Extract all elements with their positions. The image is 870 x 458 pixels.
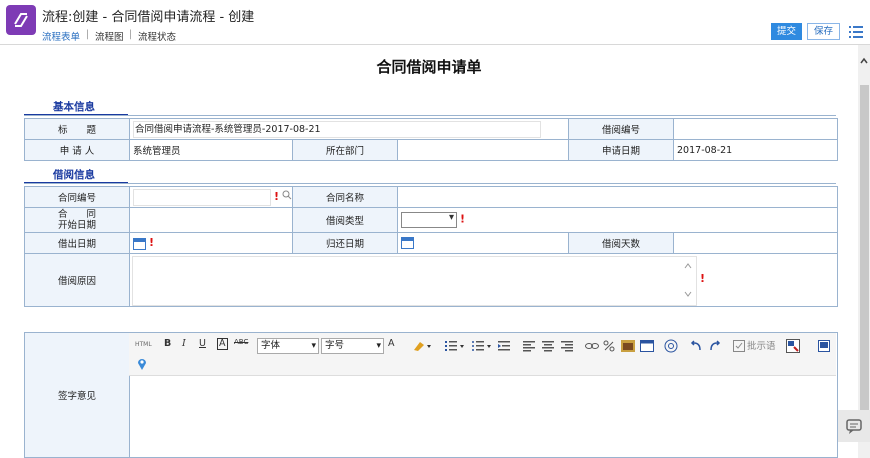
window-title: 流程:创建 - 合同借阅申请流程 - 创建 — [42, 10, 255, 25]
indent-icon[interactable] — [498, 340, 510, 352]
start-date-label: 合 同 开始日期 — [24, 207, 130, 233]
required-icon: ! — [700, 272, 706, 285]
link-icon[interactable] — [585, 340, 599, 352]
submit-button[interactable]: 提交 — [771, 23, 803, 40]
apply-date-value: 2017-08-21 — [673, 139, 839, 161]
out-date-field[interactable]: ! — [129, 232, 293, 254]
font-family-select[interactable]: 字体 — [257, 338, 319, 354]
align-center-icon[interactable] — [542, 340, 554, 352]
scrollbar-thumb[interactable] — [860, 85, 869, 415]
borrow-no-label: 借阅编号 — [568, 118, 675, 140]
section-title-borrow: 借阅信息 — [53, 169, 95, 181]
ordered-list-icon[interactable] — [445, 340, 465, 352]
borrow-type-field[interactable]: ! — [396, 207, 839, 233]
redo-icon[interactable] — [709, 340, 721, 352]
borrow-no-value — [673, 118, 839, 140]
required-icon: ! — [460, 212, 466, 226]
reason-label: 借阅原因 — [24, 253, 130, 307]
title-input[interactable]: 合同借阅申请流程-系统管理员-2017-08-21 — [133, 120, 541, 138]
table-icon[interactable] — [640, 340, 654, 352]
scroll-up-icon[interactable] — [858, 55, 870, 67]
reason-textarea[interactable] — [132, 256, 697, 306]
dept-value — [396, 139, 570, 161]
title-label: 标 题 — [24, 118, 130, 140]
required-icon: ! — [274, 189, 280, 203]
return-date-label: 归还日期 — [292, 232, 398, 254]
form-title: 合同借阅申请单 — [376, 58, 482, 76]
emoticon-icon[interactable] — [664, 339, 678, 353]
contract-no-field[interactable]: ! — [129, 186, 293, 208]
start-date-label-line1: 合 同 — [57, 209, 96, 220]
applicant-label: 申 请 人 — [24, 139, 130, 161]
undo-icon[interactable] — [690, 340, 702, 352]
phrase-button[interactable]: 批示语 — [747, 338, 776, 352]
textarea-scroll-icon[interactable] — [683, 260, 693, 300]
return-date-field[interactable] — [397, 232, 569, 254]
title-field[interactable]: 合同借阅申请流程-系统管理员-2017-08-21 — [128, 118, 570, 140]
calendar-icon[interactable] — [401, 237, 414, 249]
font-color-box-button[interactable]: A — [217, 338, 228, 350]
contract-no-input[interactable] — [133, 188, 271, 206]
phrase-icon — [733, 340, 745, 352]
days-label: 借阅天数 — [568, 232, 674, 254]
start-date-value[interactable] — [129, 207, 293, 233]
section-title-basic: 基本信息 — [53, 101, 95, 113]
days-value — [672, 232, 839, 254]
list-menu-icon[interactable] — [849, 26, 863, 41]
font-size-select[interactable]: 字号 — [321, 338, 384, 354]
highlight-icon[interactable] — [412, 340, 432, 352]
italic-button[interactable]: I — [182, 338, 186, 349]
underline-button[interactable]: U — [199, 338, 206, 349]
tab-separator: | — [129, 29, 133, 40]
contract-name-label: 合同名称 — [292, 186, 398, 208]
location-pin-icon[interactable] — [137, 357, 147, 371]
section-divider — [24, 115, 836, 116]
chat-button[interactable] — [838, 410, 870, 442]
text-color-button[interactable]: A — [388, 338, 395, 349]
image-icon[interactable] — [621, 340, 635, 352]
save-button[interactable]: 保存 — [807, 23, 841, 40]
bullet-list-icon[interactable] — [472, 340, 492, 352]
tab-separator: | — [86, 29, 90, 40]
tab-status[interactable]: 流程状态 — [138, 29, 176, 43]
contract-no-label: 合同编号 — [24, 186, 130, 208]
align-right-icon[interactable] — [561, 340, 573, 352]
signature-label: 签字意见 — [24, 332, 130, 458]
search-icon[interactable] — [282, 190, 292, 200]
bold-button[interactable]: B — [164, 338, 171, 349]
applicant-value[interactable]: 系统管理员 — [129, 139, 293, 161]
section-divider — [24, 183, 836, 184]
preview-icon[interactable] — [786, 339, 800, 353]
required-icon: ! — [149, 236, 155, 250]
out-date-label: 借出日期 — [24, 232, 130, 254]
basic-info-table: 标 题 合同借阅申请流程-系统管理员-2017-08-21 借阅编号 申 请 人… — [24, 118, 839, 161]
reason-field[interactable]: ! — [128, 253, 839, 307]
borrow-type-label: 借阅类型 — [292, 207, 398, 233]
html-source-button[interactable]: HTML — [135, 341, 152, 348]
fullscreen-icon[interactable] — [818, 340, 830, 352]
tab-form[interactable]: 流程表单 — [42, 29, 80, 43]
unlink-icon[interactable] — [603, 340, 615, 352]
tab-flowchart[interactable]: 流程图 — [95, 29, 124, 43]
dept-label: 所在部门 — [292, 139, 398, 161]
start-date-label-line2: 开始日期 — [57, 220, 96, 231]
contract-name-value — [396, 186, 839, 208]
align-left-icon[interactable] — [523, 340, 535, 352]
borrow-info-table: 合同编号 ! 合同名称 合 同 开始日期 借阅类型 ! 借出日期 ! 归还日期 … — [24, 186, 839, 307]
borrow-type-select[interactable] — [401, 212, 457, 228]
app-logo-icon — [6, 5, 36, 35]
apply-date-label: 申请日期 — [568, 139, 675, 161]
calendar-icon[interactable] — [133, 237, 146, 250]
strikethrough-button[interactable]: ABC — [234, 338, 248, 346]
